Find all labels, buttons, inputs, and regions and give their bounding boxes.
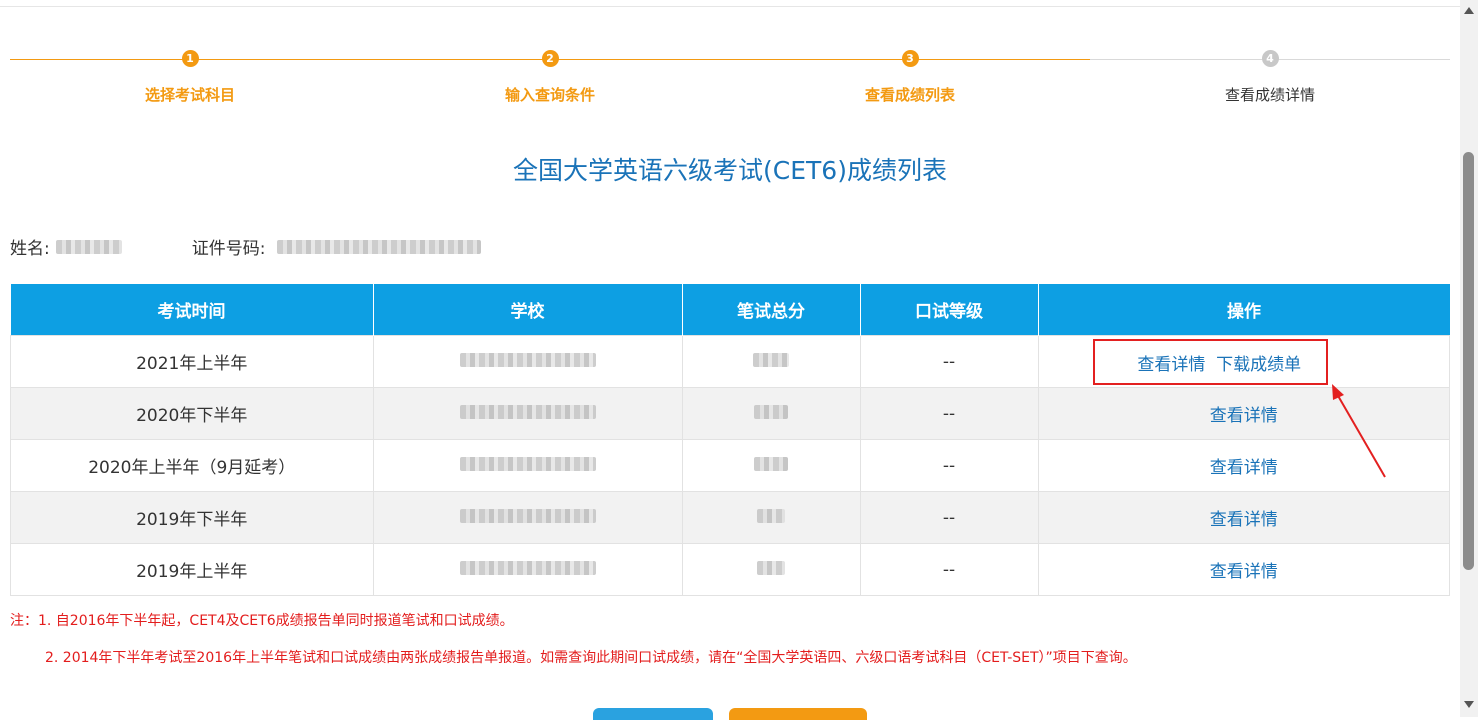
table-row: 2019年下半年 -- 查看详情 bbox=[10, 491, 1450, 544]
cell-school-redacted bbox=[372, 439, 683, 492]
notes-section: 注：1. 自2016年下半年起，CET4及CET6成绩报告单同时报道笔试和口试成… bbox=[10, 610, 1137, 684]
col-header-oral: 口试等级 bbox=[860, 284, 1039, 336]
note-line-1: 注：1. 自2016年下半年起，CET4及CET6成绩报告单同时报道笔试和口试成… bbox=[10, 613, 514, 629]
note-line-2: 2. 2014年下半年考试至2016年上半年笔试和口试成绩由两张成绩报告单报道。… bbox=[45, 650, 1137, 666]
cell-score-redacted bbox=[681, 335, 861, 388]
cell-school-redacted bbox=[372, 491, 683, 544]
cell-score-redacted bbox=[681, 491, 861, 544]
bottom-button-blue[interactable] bbox=[593, 708, 713, 720]
scores-table: 考试时间 学校 笔试总分 口试等级 操作 2021年上半年 -- 查看详情 下载… bbox=[10, 284, 1450, 596]
progress-stepper: 1 选择考试科目 2 输入查询条件 3 查看成绩列表 4 查看成绩详情 bbox=[10, 50, 1450, 110]
scroll-down-arrow-icon[interactable] bbox=[1464, 701, 1474, 708]
vertical-scrollbar[interactable] bbox=[1460, 0, 1478, 717]
step-label: 输入查询条件 bbox=[504, 86, 595, 104]
step-label: 选择考试科目 bbox=[144, 86, 235, 104]
cell-exam-time: 2020年上半年（9月延考） bbox=[10, 439, 374, 492]
view-details-link[interactable]: 查看详情 bbox=[1210, 406, 1278, 426]
scroll-up-arrow-icon[interactable] bbox=[1464, 7, 1474, 14]
view-details-link[interactable]: 查看详情 bbox=[1210, 562, 1278, 582]
scrollbar-thumb[interactable] bbox=[1463, 152, 1474, 570]
top-divider bbox=[0, 6, 1460, 7]
step-label: 查看成绩列表 bbox=[864, 86, 955, 104]
step-3: 3 查看成绩列表 bbox=[730, 50, 1090, 105]
cell-actions: 查看详情 bbox=[1037, 491, 1450, 544]
view-details-link[interactable]: 查看详情 bbox=[1210, 510, 1278, 530]
bottom-button-orange[interactable] bbox=[729, 708, 867, 720]
cell-school-redacted bbox=[372, 387, 683, 440]
id-value-redacted bbox=[277, 239, 482, 254]
annotation-arrow-icon bbox=[1332, 384, 1386, 478]
table-header-row: 考试时间 学校 笔试总分 口试等级 操作 bbox=[10, 284, 1450, 336]
view-details-link[interactable]: 查看详情 bbox=[1210, 458, 1278, 478]
step-number: 2 bbox=[541, 50, 559, 67]
cell-oral-grade: -- bbox=[859, 387, 1039, 440]
cell-oral-grade: -- bbox=[859, 335, 1039, 388]
step-1: 1 选择考试科目 bbox=[10, 50, 370, 105]
id-label: 证件号码: bbox=[191, 239, 266, 259]
table-row: 2020年下半年 -- 查看详情 bbox=[10, 387, 1450, 440]
download-report-link[interactable]: 下载成绩单 bbox=[1216, 355, 1301, 375]
page-title: 全国大学英语六级考试(CET6)成绩列表 bbox=[513, 156, 947, 185]
step-number: 4 bbox=[1261, 50, 1279, 67]
cell-actions: 查看详情 bbox=[1037, 543, 1450, 596]
table-row: 2020年上半年（9月延考） -- 查看详情 bbox=[10, 439, 1450, 492]
name-label: 姓名: bbox=[10, 239, 50, 259]
step-4: 4 查看成绩详情 bbox=[1090, 50, 1450, 105]
table-row: 2019年上半年 -- 查看详情 bbox=[10, 543, 1450, 596]
cell-oral-grade: -- bbox=[859, 491, 1039, 544]
step-label: 查看成绩详情 bbox=[1224, 86, 1315, 104]
step-number: 1 bbox=[181, 50, 199, 67]
step-number: 3 bbox=[901, 50, 919, 67]
cell-oral-grade: -- bbox=[859, 543, 1039, 596]
table-row: 2021年上半年 -- 查看详情 下载成绩单 bbox=[10, 335, 1450, 388]
cell-score-redacted bbox=[681, 543, 861, 596]
cell-school-redacted bbox=[372, 543, 683, 596]
cell-exam-time: 2019年上半年 bbox=[10, 543, 374, 596]
col-header-time: 考试时间 bbox=[10, 284, 374, 336]
col-header-action: 操作 bbox=[1038, 284, 1450, 336]
cell-school-redacted bbox=[372, 335, 683, 388]
cell-exam-time: 2020年下半年 bbox=[10, 387, 374, 440]
cell-oral-grade: -- bbox=[859, 439, 1039, 492]
cell-exam-time: 2021年上半年 bbox=[10, 335, 374, 388]
step-2: 2 输入查询条件 bbox=[370, 50, 730, 105]
col-header-written: 笔试总分 bbox=[682, 284, 861, 336]
cell-score-redacted bbox=[681, 439, 861, 492]
cell-exam-time: 2019年下半年 bbox=[10, 491, 374, 544]
highlight-box: 查看详情 下载成绩单 bbox=[1093, 338, 1329, 385]
view-details-link[interactable]: 查看详情 bbox=[1137, 355, 1205, 375]
candidate-info: 姓名: 证件号码: bbox=[10, 234, 482, 259]
cell-score-redacted bbox=[681, 387, 861, 440]
col-header-school: 学校 bbox=[373, 284, 683, 336]
name-value-redacted bbox=[55, 239, 122, 254]
